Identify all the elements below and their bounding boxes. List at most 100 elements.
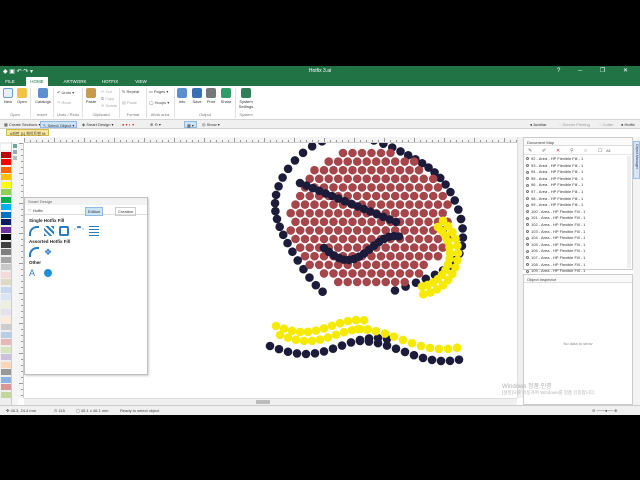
text-fill-icon[interactable]: A — [29, 268, 39, 278]
pages-button[interactable]: ▭ Pages ▾ — [149, 89, 168, 94]
create-sections-button[interactable]: ▦ Create Sections ▾ — [2, 121, 42, 128]
document-tab[interactable]: #좌판 [1] 화이트팬 M — [6, 129, 50, 136]
maroon-stone[interactable] — [381, 277, 391, 287]
color-swatch[interactable] — [1, 369, 11, 375]
maroon-stone[interactable] — [314, 226, 324, 235]
maroon-stone[interactable] — [433, 234, 443, 244]
color-swatch[interactable] — [1, 271, 11, 278]
undo-button[interactable]: ↶ Undo ▾ — [57, 90, 74, 95]
maroon-stone[interactable] — [348, 269, 357, 278]
maroon-stone[interactable] — [390, 174, 400, 184]
maroon-stone[interactable] — [428, 174, 438, 184]
new-button[interactable]: New — [2, 88, 14, 104]
maroon-stone[interactable] — [343, 226, 353, 235]
hoops-button[interactable]: ◯ Hoops ▾ — [149, 100, 169, 105]
maroon-stone[interactable] — [419, 243, 429, 252]
tool-icon[interactable] — [13, 144, 17, 148]
yellow-stone[interactable] — [327, 321, 337, 331]
visibility-icon[interactable] — [526, 210, 529, 214]
maroon-stone[interactable] — [428, 191, 438, 201]
maroon-stone[interactable] — [433, 251, 443, 261]
maroon-stone[interactable] — [419, 174, 429, 184]
maroon-stone[interactable] — [376, 148, 386, 158]
color-swatch[interactable] — [1, 309, 11, 315]
tab-view[interactable]: VIEW — [133, 77, 149, 86]
visibility-icon[interactable] — [526, 157, 529, 161]
maroon-stone[interactable] — [376, 200, 386, 209]
document-map-item[interactable]: 103 - Area - HP Flexible Fill - 1 — [526, 229, 626, 236]
maroon-stone[interactable] — [371, 260, 381, 270]
maroon-stone[interactable] — [348, 217, 357, 227]
delete-icon[interactable]: ✕ — [556, 148, 560, 154]
maroon-stone[interactable] — [433, 200, 443, 209]
dark-stone[interactable] — [369, 136, 379, 145]
maroon-stone[interactable] — [333, 157, 343, 166]
color-swatch[interactable] — [1, 346, 11, 353]
yellow-stone[interactable] — [353, 324, 363, 334]
paste-button[interactable]: Paste — [84, 88, 98, 104]
maroon-stone[interactable] — [357, 234, 367, 244]
maroon-stone[interactable] — [352, 174, 362, 184]
tab-home[interactable]: HOME — [26, 77, 48, 86]
color-swatch[interactable] — [1, 384, 11, 390]
yellow-stone[interactable] — [452, 343, 462, 352]
maroon-stone[interactable] — [400, 277, 410, 287]
visibility-icon[interactable] — [526, 243, 529, 247]
document-map-item[interactable]: 101 - Area - HP Flexible Fill - 1 — [526, 215, 626, 222]
maroon-stone[interactable] — [300, 251, 310, 261]
maroon-stone[interactable] — [414, 165, 424, 175]
dark-stone[interactable] — [454, 355, 464, 364]
visibility-icon[interactable] — [526, 229, 529, 233]
dark-stone[interactable] — [270, 198, 280, 208]
copy-button[interactable]: ⧉ Copy — [101, 96, 114, 101]
maroon-stone[interactable] — [348, 148, 357, 158]
maroon-stone[interactable] — [414, 251, 424, 261]
maroon-stone[interactable] — [348, 234, 357, 244]
maroon-stone[interactable] — [362, 226, 372, 235]
maroon-stone[interactable] — [305, 260, 315, 270]
maroon-stone[interactable] — [367, 217, 376, 227]
visibility-icon[interactable] — [526, 249, 529, 253]
yellow-stone[interactable] — [295, 327, 305, 337]
maroon-stone[interactable] — [362, 191, 372, 201]
maroon-stone[interactable] — [405, 165, 414, 175]
horizontal-scrollbar[interactable] — [24, 398, 517, 405]
cutter-toggle[interactable]: ◌ Cutter — [597, 121, 615, 128]
hotfix-toggle[interactable]: ● Hotfix — [619, 121, 637, 128]
color-swatch[interactable] — [1, 264, 11, 270]
maroon-stone[interactable] — [319, 269, 329, 278]
maroon-stone[interactable] — [310, 234, 319, 244]
dark-stone[interactable] — [317, 136, 327, 146]
color-swatch[interactable] — [1, 354, 11, 360]
window-controls[interactable]: ? ─ ❐ ✕ — [557, 67, 636, 74]
maroon-stone[interactable] — [371, 226, 381, 235]
maroon-stone[interactable] — [314, 174, 324, 184]
color-swatch[interactable] — [1, 234, 11, 240]
maroon-stone[interactable] — [414, 269, 424, 278]
maroon-stone[interactable] — [405, 251, 414, 261]
maroon-stone[interactable] — [357, 269, 367, 278]
yellow-stone[interactable] — [303, 327, 313, 337]
maroon-stone[interactable] — [286, 208, 296, 218]
color-swatch[interactable] — [1, 279, 11, 285]
yellow-stone[interactable] — [371, 326, 381, 336]
maroon-stone[interactable] — [291, 234, 300, 244]
maroon-stone[interactable] — [343, 157, 353, 166]
yellow-stone[interactable] — [271, 321, 281, 331]
dark-stone[interactable] — [458, 224, 467, 233]
maroon-stone[interactable] — [400, 174, 410, 184]
maroon-stone[interactable] — [395, 183, 405, 192]
maroon-stone[interactable] — [405, 234, 414, 244]
maroon-stone[interactable] — [409, 157, 419, 166]
smart-design-button[interactable]: ◈ Smart Design ▾ — [80, 121, 116, 128]
color-swatch[interactable] — [1, 316, 11, 323]
redo-button[interactable]: ↷ Redo — [57, 100, 71, 105]
maroon-stone[interactable] — [367, 165, 376, 175]
document-map-item[interactable]: 106 - Area - HP Flexible Fill - 1 — [526, 248, 626, 255]
visibility-icon[interactable] — [526, 170, 529, 174]
maroon-stone[interactable] — [333, 174, 343, 184]
maroon-stone[interactable] — [371, 174, 381, 184]
yellow-stone[interactable] — [416, 341, 426, 351]
maroon-stone[interactable] — [419, 191, 429, 201]
maroon-stone[interactable] — [352, 157, 362, 166]
